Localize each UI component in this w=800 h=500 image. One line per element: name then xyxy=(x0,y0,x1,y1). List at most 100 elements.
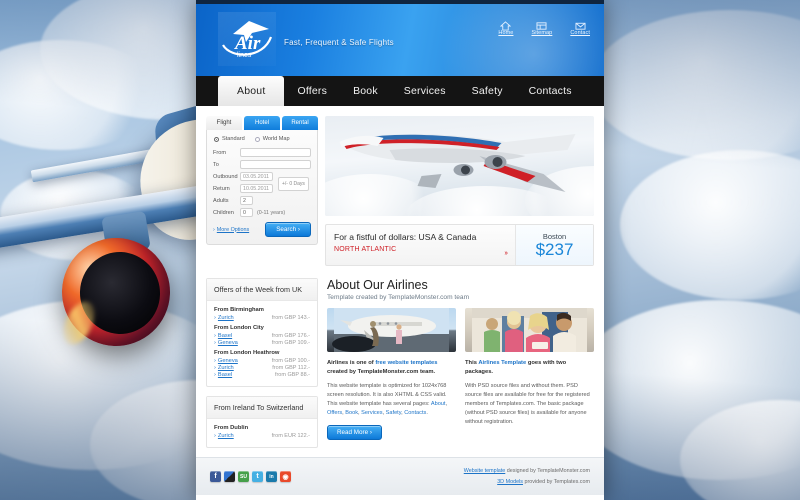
inline-link-contacts[interactable]: Contacts xyxy=(404,410,426,416)
nav-item-services[interactable]: Services xyxy=(391,76,459,106)
article-column-left: Airlines is one of free website template… xyxy=(327,359,456,440)
inline-link-book[interactable]: Book xyxy=(345,410,358,416)
facebook-icon[interactable]: f xyxy=(210,471,221,482)
website-template-link[interactable]: Website template xyxy=(464,468,506,474)
offer-group-origin: From Dublin xyxy=(214,425,249,431)
body-text: This website template is optimized for 1… xyxy=(327,382,447,407)
sitemap-icon xyxy=(536,18,547,30)
children-age-hint: (0-11 years) xyxy=(257,209,286,216)
lead-text-b: created by TemplateMonster.com team. xyxy=(327,368,436,375)
offer-row: Zurich from EUR 122.- xyxy=(214,433,310,439)
airlines-template-link[interactable]: Airlines Template xyxy=(478,360,526,366)
stumbleupon-icon[interactable]: SU xyxy=(238,471,249,482)
3d-models-link[interactable]: 3D Models xyxy=(497,479,523,485)
offer-row: Basel from GBP 88.- xyxy=(214,372,310,378)
promo-banner[interactable]: For a fistful of dollars: USA & Canada N… xyxy=(325,224,594,266)
header-link-home-label: Home xyxy=(498,30,514,36)
field-row-outbound: Outbound 03.05.2011 xyxy=(213,172,273,181)
offer-row: Zurich from GBP 143.- xyxy=(214,315,310,321)
nav-item-offers[interactable]: Offers xyxy=(284,76,340,106)
promo-price-area: Boston $237 xyxy=(515,225,593,265)
header-utility-links: Home Sitemap Contact xyxy=(498,18,590,36)
date-rows: Outbound 03.05.2011 Return 10.05.2011 +/… xyxy=(213,172,311,196)
header-link-contact[interactable]: Contact xyxy=(570,18,590,36)
delicious-icon[interactable] xyxy=(224,471,235,482)
offer-destination-link[interactable]: Zurich xyxy=(214,433,234,439)
more-options-link[interactable]: More Options xyxy=(213,227,249,233)
search-button[interactable]: Search › xyxy=(265,222,311,237)
input-to[interactable] xyxy=(240,160,311,169)
offers-of-the-week-panel: Offers of the Week from UK From Birmingh… xyxy=(206,278,318,387)
page-subtitle: Template created by TemplateMonster.com … xyxy=(327,294,470,301)
read-more-button[interactable]: Read More › xyxy=(327,424,382,440)
input-outbound-date[interactable]: 03.05.2011 xyxy=(240,172,273,181)
offer-price: from GBP 176.- xyxy=(271,333,310,339)
nav-item-about[interactable]: About xyxy=(218,76,285,106)
reddit-icon[interactable]: ◉ xyxy=(280,471,291,482)
svg-text:lines: lines xyxy=(237,52,252,59)
search-tab-hotel[interactable]: Hotel xyxy=(244,116,280,130)
twitter-icon[interactable]: t xyxy=(252,471,263,482)
search-tab-flight[interactable]: Flight xyxy=(206,116,242,130)
radio-world-map[interactable]: World Map xyxy=(254,136,290,142)
search-mode-radios: Standard World Map xyxy=(213,136,311,142)
offer-destination-link[interactable]: Geneva xyxy=(214,358,238,364)
offer-price: from GBP 88.- xyxy=(274,372,310,378)
inline-link-safety[interactable]: Safety xyxy=(386,410,401,416)
offer-group-origin: From London City xyxy=(214,325,264,331)
offer-destination-link[interactable]: Geneva xyxy=(214,340,238,346)
photo-passengers-in-cabin xyxy=(465,308,594,352)
input-return-date[interactable]: 10.05.2011 xyxy=(240,184,273,193)
linkedin-icon[interactable]: in xyxy=(266,471,277,482)
social-links: f SU t in ◉ xyxy=(210,471,291,482)
inline-link-offers[interactable]: Offers xyxy=(327,410,342,416)
article-column-right: This Airlines Template goes with two pac… xyxy=(465,359,594,440)
offer-row: Zurich from GBP 112.- xyxy=(214,365,310,371)
label-to: To xyxy=(213,161,219,168)
field-row-to: To xyxy=(213,160,311,169)
right-column-body: With PSD source files and without them. … xyxy=(465,382,590,425)
ireland-switzerland-panel: From Ireland To Switzerland From Dublin … xyxy=(206,396,318,448)
nav-item-safety[interactable]: Safety xyxy=(459,76,516,106)
home-icon xyxy=(500,18,512,31)
footer-credits: Website template designed by TemplateMon… xyxy=(464,466,590,487)
inline-link-services[interactable]: Services xyxy=(361,410,382,416)
page-content: Flight Hotel Rental Standard World Map F… xyxy=(196,106,604,500)
offer-group-origin: From London Heathrow xyxy=(214,350,280,356)
radio-standard-label: Standard xyxy=(222,136,245,142)
header-link-sitemap-label: Sitemap xyxy=(531,30,553,36)
offers-panel-title: Offers of the Week from UK xyxy=(207,279,317,301)
input-adults[interactable]: 2 xyxy=(240,196,253,205)
article-columns: Airlines is one of free website template… xyxy=(327,359,594,440)
input-from[interactable] xyxy=(240,148,311,157)
hero-row: Flight Hotel Rental Standard World Map F… xyxy=(196,106,604,266)
nav-item-book[interactable]: Book xyxy=(340,76,391,106)
main-row: Offers of the Week from UK From Birmingh… xyxy=(196,266,604,457)
offer-destination-link[interactable]: Zurich xyxy=(214,365,234,371)
days-flexibility-selector[interactable]: +/- 0 Days xyxy=(278,177,309,191)
header-link-home[interactable]: Home xyxy=(498,18,513,36)
radio-world-map-label: World Map xyxy=(262,136,290,142)
promo-subtitle: NORTH ATLANTIC xyxy=(334,246,397,253)
free-website-templates-link[interactable]: free website templates xyxy=(375,360,437,366)
offer-destination-link[interactable]: Basel xyxy=(214,333,232,339)
radio-standard-dot xyxy=(214,136,219,142)
photo-private-jet xyxy=(327,308,456,352)
offer-destination-link[interactable]: Zurich xyxy=(214,315,234,321)
hero-right-column: For a fistful of dollars: USA & Canada N… xyxy=(325,116,594,266)
inline-link-about[interactable]: About xyxy=(431,401,446,407)
left-column-lead: Airlines is one of free website template… xyxy=(327,359,456,377)
radio-standard[interactable]: Standard xyxy=(214,136,245,142)
site-logo[interactable]: Air lines xyxy=(218,12,276,66)
lead-text-a: Airlines is one of xyxy=(327,360,376,366)
promo-arrow-icon[interactable]: ›› xyxy=(504,250,508,257)
offer-destination-link[interactable]: Basel xyxy=(214,372,232,378)
search-tab-rental[interactable]: Rental xyxy=(282,116,318,130)
svg-text:Air: Air xyxy=(234,33,261,54)
header-link-sitemap[interactable]: Sitemap xyxy=(531,18,552,36)
input-children[interactable]: 0 xyxy=(240,208,253,217)
footer-credit-line-1: Website template designed by TemplateMon… xyxy=(464,466,590,476)
nav-item-contacts[interactable]: Contacts xyxy=(516,76,585,106)
main-navigation: About Offers Book Services Safety Contac… xyxy=(196,76,604,106)
field-row-children: Children 0 (0-11 years) xyxy=(213,208,311,217)
